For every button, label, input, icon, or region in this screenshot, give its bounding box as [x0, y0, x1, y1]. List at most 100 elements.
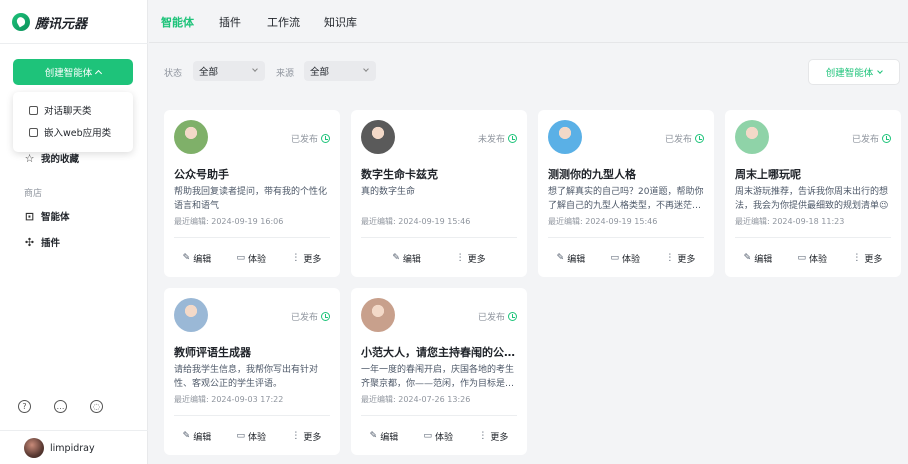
- tab-knowledge-base[interactable]: 知识库: [324, 14, 357, 30]
- create-agent-label: 创建智能体: [44, 68, 93, 79]
- history-icon[interactable]: [695, 134, 704, 143]
- try-label: 体验: [435, 433, 454, 443]
- chevron-up-icon: [95, 69, 103, 78]
- edit-button[interactable]: ✎ 编辑: [392, 252, 421, 266]
- edit-button[interactable]: ✎ 编辑: [369, 430, 399, 444]
- agent-avatar: [361, 120, 395, 154]
- source-filter-select[interactable]: 全部: [304, 61, 376, 81]
- last-edited-time: 最近编辑: 2024-09-18 11:23: [735, 217, 845, 226]
- card-actions: ✎ 编辑 ▭ 体验 ⋮ 更多: [164, 252, 340, 266]
- try-button[interactable]: ▭ 体验: [423, 430, 454, 444]
- more-button[interactable]: ⋮ 更多: [478, 430, 508, 444]
- edit-icon: ✎: [743, 253, 752, 263]
- agent-avatar: [548, 120, 582, 154]
- edit-icon: ✎: [369, 431, 378, 441]
- edit-button[interactable]: ✎ 编辑: [743, 252, 773, 266]
- sidebar-item-plugins[interactable]: ✣ 插件: [24, 234, 60, 250]
- sidebar-item-label: 我的收藏: [41, 154, 80, 165]
- create-agent-button-sidebar[interactable]: 创建智能体: [13, 59, 133, 85]
- user-profile[interactable]: limpidray: [24, 438, 95, 458]
- create-agent-button[interactable]: 创建智能体: [808, 59, 900, 85]
- app-logo[interactable]: 腾讯元器: [12, 12, 87, 32]
- dropdown-item-chat[interactable]: 对话聊天类: [13, 99, 133, 121]
- sidebar-item-label: 插件: [41, 238, 61, 249]
- try-button[interactable]: ▭ 体验: [611, 252, 641, 266]
- card-actions: ✎ 编辑 ▭ 体验 ⋮ 更多: [164, 430, 340, 444]
- try-button[interactable]: ▭ 体验: [236, 430, 267, 444]
- edit-label: 编辑: [754, 255, 773, 265]
- chevron-down-icon: [252, 66, 258, 72]
- history-icon[interactable]: [508, 312, 517, 321]
- agent-description: 真的数字生命: [361, 187, 416, 197]
- try-button[interactable]: ▭ 体验: [236, 252, 267, 266]
- chat-bubble-icon: ▭: [236, 253, 246, 263]
- web-embed-icon: [29, 127, 38, 137]
- agent-card[interactable]: 已发布 测测你的九型人格 想了解真实的自己吗？20道题，帮助你了解自己的九型人格…: [538, 110, 714, 277]
- agent-card[interactable]: 已发布 周末上哪玩呢 周末游玩推荐，告诉我你周末出行的想法，我会为你提供最细致的…: [725, 110, 901, 277]
- sidebar-item-favorites[interactable]: ☆ 我的收藏: [24, 150, 79, 166]
- status-filter-label: 状态: [164, 69, 183, 79]
- agent-card[interactable]: 未发布 数字生命卡兹克 真的数字生命 最近编辑: 2024-09-19 15:4…: [351, 110, 527, 277]
- agent-description: 一年一度的春闱开启，庆国各地的考生齐聚京都，你——范闲，作为目标是主持公道的: [361, 365, 515, 389]
- agent-card[interactable]: 已发布 小范大人，请您主持春闱的公道！ 一年一度的春闱开启，庆国各地的考生齐聚京…: [351, 288, 527, 455]
- chat-bubble-icon: ▭: [797, 253, 807, 263]
- edit-button[interactable]: ✎ 编辑: [183, 430, 212, 444]
- last-edited-time: 最近编辑: 2024-09-19 16:06: [174, 217, 284, 226]
- agent-description: 请给我学生信息，我帮你写出有针对性、客观公正的学生评语。: [174, 365, 319, 389]
- tab-agents[interactable]: 智能体: [161, 14, 194, 30]
- sidebar-item-agents[interactable]: ⊡ 智能体: [24, 208, 70, 224]
- edit-label: 编辑: [567, 255, 586, 265]
- more-label: 更多: [864, 255, 883, 265]
- history-icon[interactable]: [508, 134, 517, 143]
- dropdown-item-label: 对话聊天类: [44, 106, 92, 117]
- agent-title: 公众号助手: [174, 168, 229, 181]
- edit-label: 编辑: [380, 433, 399, 443]
- publish-status: 已发布: [852, 132, 891, 145]
- tab-workflows[interactable]: 工作流: [267, 14, 300, 30]
- more-button[interactable]: ⋮ 更多: [852, 252, 883, 266]
- history-icon[interactable]: [321, 312, 330, 321]
- last-edited-time: 最近编辑: 2024-09-19 15:46: [361, 217, 471, 226]
- history-icon[interactable]: [882, 134, 891, 143]
- status-text: 已发布: [664, 135, 692, 145]
- publish-status: 未发布: [478, 132, 517, 145]
- agent-card[interactable]: 已发布 公众号助手 帮助我回复读者提问，带有我的个性化语言和语气 最近编辑: 2…: [164, 110, 340, 277]
- edit-button[interactable]: ✎ 编辑: [556, 252, 586, 266]
- edit-label: 编辑: [193, 255, 212, 265]
- create-agent-dropdown: 对话聊天类 嵌入web应用类: [13, 92, 133, 152]
- edit-icon: ✎: [556, 253, 565, 263]
- try-button[interactable]: ▭ 体验: [797, 252, 828, 266]
- status-text: 已发布: [290, 313, 318, 323]
- card-divider: [361, 237, 517, 238]
- more-button[interactable]: ⋮ 更多: [456, 252, 486, 266]
- agent-title: 小范大人，请您主持春闱的公道！: [361, 346, 517, 359]
- source-filter-value: 全部: [310, 67, 330, 78]
- top-nav: 智能体 插件 工作流 知识库: [149, 0, 908, 43]
- edit-button[interactable]: ✎ 编辑: [183, 252, 212, 266]
- message-icon[interactable]: …: [54, 400, 67, 413]
- dropdown-item-web-embed[interactable]: 嵌入web应用类: [13, 121, 133, 143]
- chat-bubble-icon: ▭: [423, 431, 433, 441]
- chat-bubble-icon: ▭: [236, 431, 246, 441]
- card-divider: [174, 237, 330, 238]
- user-name: limpidray: [50, 442, 95, 454]
- card-actions: ✎ 编辑 ⋮ 更多: [351, 252, 527, 266]
- sidebar: 腾讯元器 创建智能体 对话聊天类 嵌入web应用类 ☆ 我的收藏 商店 ⊡ 智能…: [0, 0, 148, 464]
- more-button[interactable]: ⋮ 更多: [665, 252, 695, 266]
- status-filter-select[interactable]: 全部: [193, 61, 265, 81]
- plugin-icon: ✣: [24, 235, 35, 249]
- more-button[interactable]: ⋮ 更多: [291, 430, 321, 444]
- avatar: [24, 438, 44, 458]
- more-button[interactable]: ⋮ 更多: [291, 252, 321, 266]
- tab-plugins[interactable]: 插件: [219, 14, 241, 30]
- agent-title: 数字生命卡兹克: [361, 168, 438, 181]
- more-label: 更多: [467, 255, 486, 265]
- agent-card[interactable]: 已发布 教师评语生成器 请给我学生信息，我帮你写出有针对性、客观公正的学生评语。…: [164, 288, 340, 455]
- card-actions: ✎ 编辑 ▭ 体验 ⋮ 更多: [351, 430, 527, 444]
- history-icon[interactable]: [321, 134, 330, 143]
- community-icon[interactable]: ◌: [90, 400, 103, 413]
- agent-description: 周末游玩推荐，告诉我你周末出行的想法，我会为你提供最细致的规划清单😉: [735, 187, 889, 211]
- help-icon[interactable]: ?: [18, 400, 31, 413]
- store-section-title: 商店: [24, 189, 43, 199]
- status-text: 已发布: [851, 135, 879, 145]
